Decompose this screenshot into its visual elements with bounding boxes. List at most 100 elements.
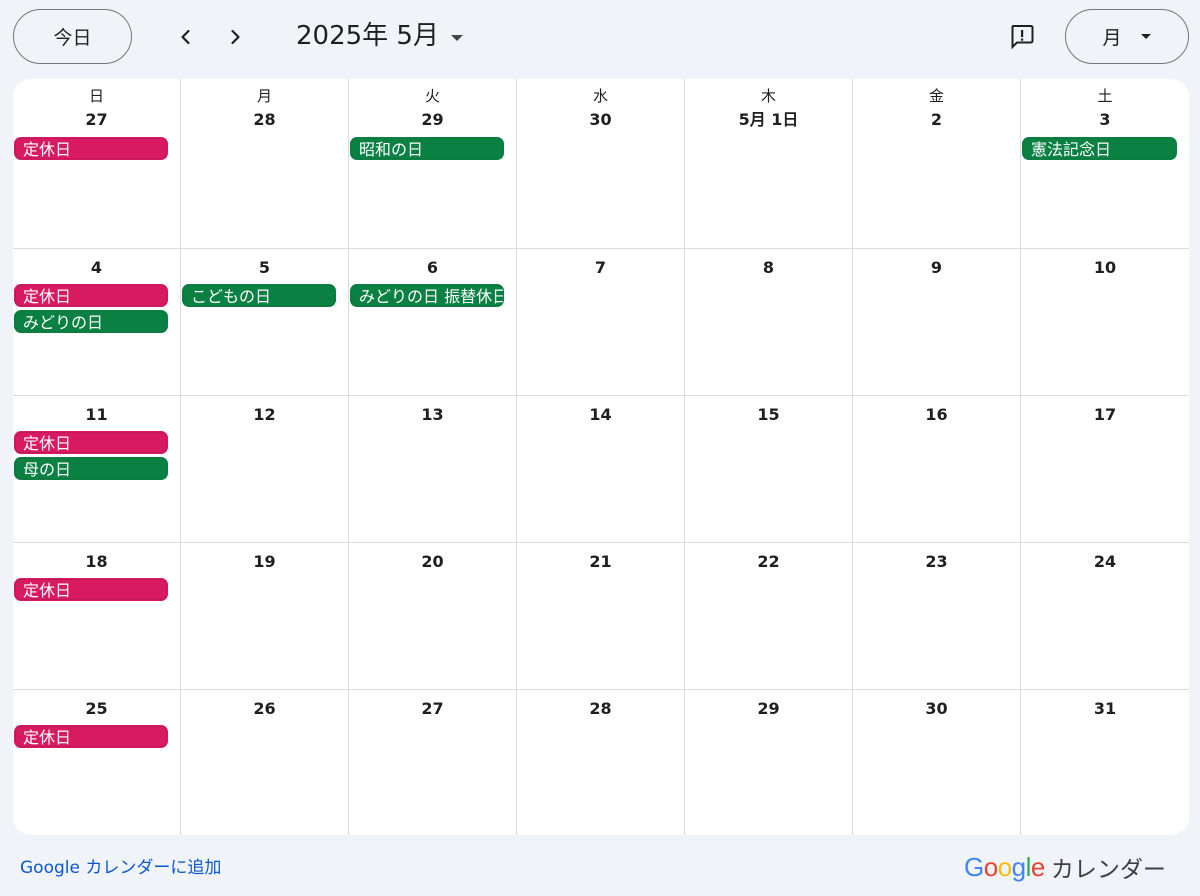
day-cell[interactable]: 31 bbox=[1021, 690, 1189, 835]
day-cell[interactable]: 17 bbox=[1021, 396, 1189, 543]
weekday-label: 火 bbox=[424, 87, 440, 105]
day-cell[interactable]: 13 bbox=[349, 396, 517, 543]
day-number[interactable]: 4 bbox=[13, 258, 180, 278]
day-cell[interactable]: 21 bbox=[517, 543, 685, 690]
weekday-label: 金 bbox=[928, 87, 944, 105]
day-cell[interactable]: 8 bbox=[685, 249, 853, 396]
day-number[interactable]: 17 bbox=[1021, 405, 1189, 425]
day-cell[interactable]: 日 27 定休日 bbox=[13, 79, 181, 249]
day-number[interactable]: 28 bbox=[517, 699, 684, 719]
view-selector-button[interactable]: 月 bbox=[1065, 9, 1189, 64]
day-cell[interactable]: 11 定休日 母の日 bbox=[13, 396, 181, 543]
caret-down-icon bbox=[451, 35, 463, 41]
day-cell[interactable]: 26 bbox=[181, 690, 349, 835]
day-number[interactable]: 11 bbox=[13, 405, 180, 425]
day-number[interactable]: 25 bbox=[13, 699, 180, 719]
day-number[interactable]: 30 bbox=[517, 110, 684, 130]
day-cell[interactable]: 24 bbox=[1021, 543, 1189, 690]
feedback-button[interactable] bbox=[1002, 16, 1042, 56]
day-cell[interactable]: 9 bbox=[853, 249, 1021, 396]
day-number[interactable]: 7 bbox=[517, 258, 684, 278]
day-cell[interactable]: 10 bbox=[1021, 249, 1189, 396]
day-number[interactable]: 28 bbox=[181, 110, 348, 130]
event-chip[interactable]: 昭和の日 bbox=[350, 137, 504, 160]
day-number[interactable]: 23 bbox=[853, 552, 1020, 572]
day-cell[interactable]: 28 bbox=[517, 690, 685, 835]
day-number[interactable]: 18 bbox=[13, 552, 180, 572]
day-cell[interactable]: 19 bbox=[181, 543, 349, 690]
day-cell[interactable]: 25 定休日 bbox=[13, 690, 181, 835]
day-number[interactable]: 19 bbox=[181, 552, 348, 572]
day-cell[interactable]: 23 bbox=[853, 543, 1021, 690]
day-cell[interactable]: 16 bbox=[853, 396, 1021, 543]
event-chip[interactable]: 定休日 bbox=[14, 725, 168, 748]
day-cell[interactable]: 7 bbox=[517, 249, 685, 396]
day-number[interactable]: 5月 1日 bbox=[685, 110, 852, 130]
day-number[interactable]: 2 bbox=[853, 110, 1020, 130]
event-list: 昭和の日 bbox=[350, 137, 504, 163]
day-cell[interactable]: 6 みどりの日 振替休日 bbox=[349, 249, 517, 396]
day-number[interactable]: 13 bbox=[349, 405, 516, 425]
today-button[interactable]: 今日 bbox=[13, 9, 132, 64]
day-number[interactable]: 16 bbox=[853, 405, 1020, 425]
event-list: 定休日 母の日 bbox=[14, 431, 168, 483]
day-number[interactable]: 10 bbox=[1021, 258, 1189, 278]
caret-down-icon bbox=[1140, 34, 1151, 39]
event-chip[interactable]: 定休日 bbox=[14, 137, 168, 160]
day-cell[interactable]: 29 bbox=[685, 690, 853, 835]
day-number[interactable]: 20 bbox=[349, 552, 516, 572]
day-number[interactable]: 29 bbox=[685, 699, 852, 719]
day-number[interactable]: 22 bbox=[685, 552, 852, 572]
day-number[interactable]: 9 bbox=[853, 258, 1020, 278]
day-number[interactable]: 3 bbox=[1021, 110, 1189, 130]
event-chip[interactable]: みどりの日 振替休日 bbox=[350, 284, 504, 307]
day-cell[interactable]: 水 30 bbox=[517, 79, 685, 249]
event-chip[interactable]: こどもの日 bbox=[182, 284, 336, 307]
previous-month-button[interactable] bbox=[166, 17, 206, 57]
add-to-google-calendar-link[interactable]: Google カレンダーに追加 bbox=[20, 857, 221, 879]
day-number[interactable]: 26 bbox=[181, 699, 348, 719]
day-cell[interactable]: 火 29 昭和の日 bbox=[349, 79, 517, 249]
event-chip[interactable]: 母の日 bbox=[14, 457, 168, 480]
next-month-button[interactable] bbox=[215, 17, 255, 57]
day-cell[interactable]: 土 3 憲法記念日 bbox=[1021, 79, 1189, 249]
day-number[interactable]: 14 bbox=[517, 405, 684, 425]
event-chip[interactable]: みどりの日 bbox=[14, 310, 168, 333]
day-number[interactable]: 27 bbox=[349, 699, 516, 719]
day-number[interactable]: 5 bbox=[181, 258, 348, 278]
day-number[interactable]: 27 bbox=[13, 110, 180, 130]
day-cell[interactable]: 12 bbox=[181, 396, 349, 543]
week-row: 18 定休日 19 20 21 22 23 24 bbox=[13, 543, 1189, 690]
day-number[interactable]: 21 bbox=[517, 552, 684, 572]
day-cell[interactable]: 月 28 bbox=[181, 79, 349, 249]
day-cell[interactable]: 5 こどもの日 bbox=[181, 249, 349, 396]
event-chip[interactable]: 憲法記念日 bbox=[1022, 137, 1177, 160]
day-cell[interactable]: 18 定休日 bbox=[13, 543, 181, 690]
day-cell[interactable]: 20 bbox=[349, 543, 517, 690]
google-calendar-brand[interactable]: Google カレンダー bbox=[964, 850, 1166, 884]
day-cell[interactable]: 27 bbox=[349, 690, 517, 835]
event-chip[interactable]: 定休日 bbox=[14, 284, 168, 307]
day-cell[interactable]: 木 5月 1日 bbox=[685, 79, 853, 249]
day-number[interactable]: 30 bbox=[853, 699, 1020, 719]
event-chip[interactable]: 定休日 bbox=[14, 431, 168, 454]
event-chip[interactable]: 定休日 bbox=[14, 578, 168, 601]
day-number[interactable]: 12 bbox=[181, 405, 348, 425]
day-number[interactable]: 15 bbox=[685, 405, 852, 425]
day-cell[interactable]: 14 bbox=[517, 396, 685, 543]
day-number[interactable]: 6 bbox=[349, 258, 516, 278]
day-number[interactable]: 8 bbox=[685, 258, 852, 278]
month-picker-dropdown[interactable] bbox=[445, 26, 469, 50]
day-cell[interactable]: 4 定休日 みどりの日 bbox=[13, 249, 181, 396]
day-cell[interactable]: 15 bbox=[685, 396, 853, 543]
day-cell[interactable]: 30 bbox=[853, 690, 1021, 835]
feedback-icon bbox=[1011, 25, 1034, 50]
day-number[interactable]: 31 bbox=[1021, 699, 1189, 719]
week-row: 11 定休日 母の日 12 13 14 15 16 17 bbox=[13, 396, 1189, 543]
day-number[interactable]: 29 bbox=[349, 110, 516, 130]
day-cell[interactable]: 22 bbox=[685, 543, 853, 690]
day-cell[interactable]: 金 2 bbox=[853, 79, 1021, 249]
event-list: こどもの日 bbox=[182, 284, 336, 310]
week-row: 日 27 定休日 月 28 火 29 昭和の日 水 30 木 5月 1日 金 2 bbox=[13, 79, 1189, 249]
day-number[interactable]: 24 bbox=[1021, 552, 1189, 572]
